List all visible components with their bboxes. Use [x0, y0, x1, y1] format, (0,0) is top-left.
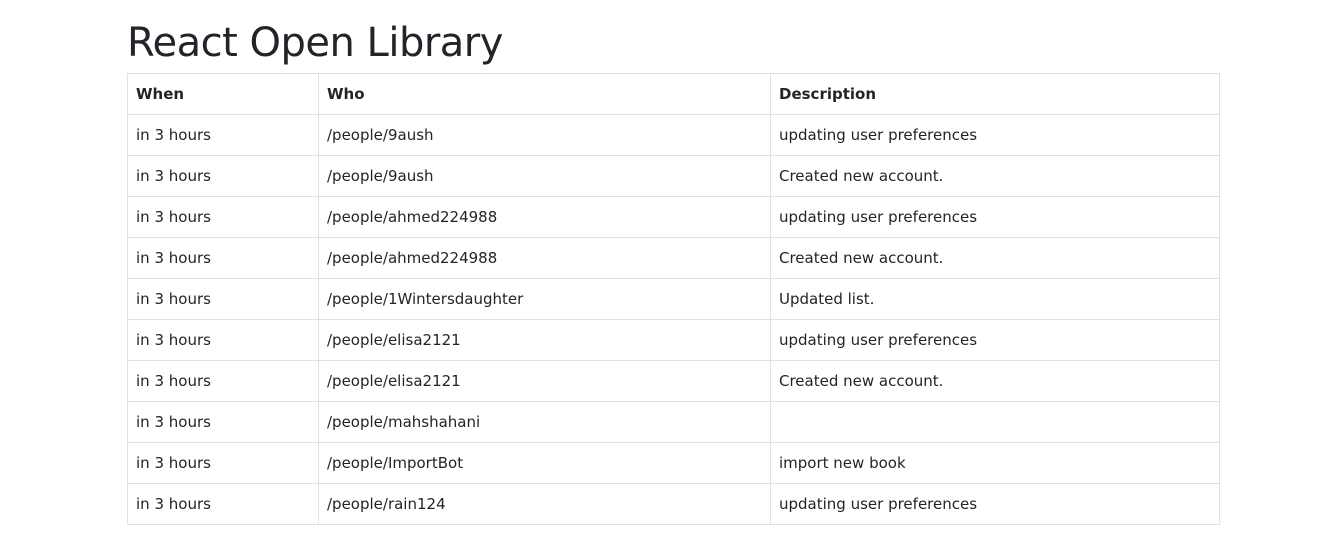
cell-when: in 3 hours — [127, 278, 319, 320]
cell-description: Updated list. — [770, 278, 1220, 320]
cell-who: /people/rain124 — [318, 483, 771, 525]
cell-when: in 3 hours — [127, 155, 319, 197]
cell-when: in 3 hours — [127, 237, 319, 279]
cell-description: Created new account. — [770, 360, 1220, 402]
cell-when: in 3 hours — [127, 483, 319, 525]
cell-description — [770, 401, 1220, 443]
table-row: in 3 hours /people/9aush Created new acc… — [127, 155, 1220, 197]
cell-when: in 3 hours — [127, 114, 319, 156]
cell-who: /people/1Wintersdaughter — [318, 278, 771, 320]
table-row: in 3 hours /people/rain124 updating user… — [127, 483, 1220, 525]
cell-who: /people/ahmed224988 — [318, 196, 771, 238]
cell-when: in 3 hours — [127, 319, 319, 361]
table-row: in 3 hours /people/ImportBot import new … — [127, 442, 1220, 484]
cell-description: updating user preferences — [770, 319, 1220, 361]
cell-description: updating user preferences — [770, 483, 1220, 525]
cell-description: Created new account. — [770, 155, 1220, 197]
table-row: in 3 hours /people/mahshahani — [127, 401, 1220, 443]
cell-when: in 3 hours — [127, 401, 319, 443]
recent-changes-table: When Who Description in 3 hours /people/… — [127, 73, 1220, 525]
cell-who: /people/9aush — [318, 114, 771, 156]
cell-description: updating user preferences — [770, 114, 1220, 156]
table-row: in 3 hours /people/elisa2121 updating us… — [127, 319, 1220, 361]
cell-who: /people/ahmed224988 — [318, 237, 771, 279]
page-title: React Open Library — [127, 20, 503, 66]
table-row: in 3 hours /people/ahmed224988 updating … — [127, 196, 1220, 238]
column-header-description: Description — [770, 73, 1220, 115]
cell-who: /people/mahshahani — [318, 401, 771, 443]
column-header-when: When — [127, 73, 319, 115]
table-row: in 3 hours /people/elisa2121 Created new… — [127, 360, 1220, 402]
cell-description: import new book — [770, 442, 1220, 484]
cell-who: /people/9aush — [318, 155, 771, 197]
column-header-who: Who — [318, 73, 771, 115]
main-container: React Open Library When Who Description … — [127, 0, 1220, 525]
cell-who: /people/ImportBot — [318, 442, 771, 484]
table-row: in 3 hours /people/9aush updating user p… — [127, 114, 1220, 156]
table-header-row: When Who Description — [127, 73, 1220, 115]
cell-when: in 3 hours — [127, 442, 319, 484]
cell-who: /people/elisa2121 — [318, 360, 771, 402]
cell-who: /people/elisa2121 — [318, 319, 771, 361]
cell-when: in 3 hours — [127, 360, 319, 402]
cell-description: Created new account. — [770, 237, 1220, 279]
cell-when: in 3 hours — [127, 196, 319, 238]
cell-description: updating user preferences — [770, 196, 1220, 238]
table-row: in 3 hours /people/1Wintersdaughter Upda… — [127, 278, 1220, 320]
table-row: in 3 hours /people/ahmed224988 Created n… — [127, 237, 1220, 279]
